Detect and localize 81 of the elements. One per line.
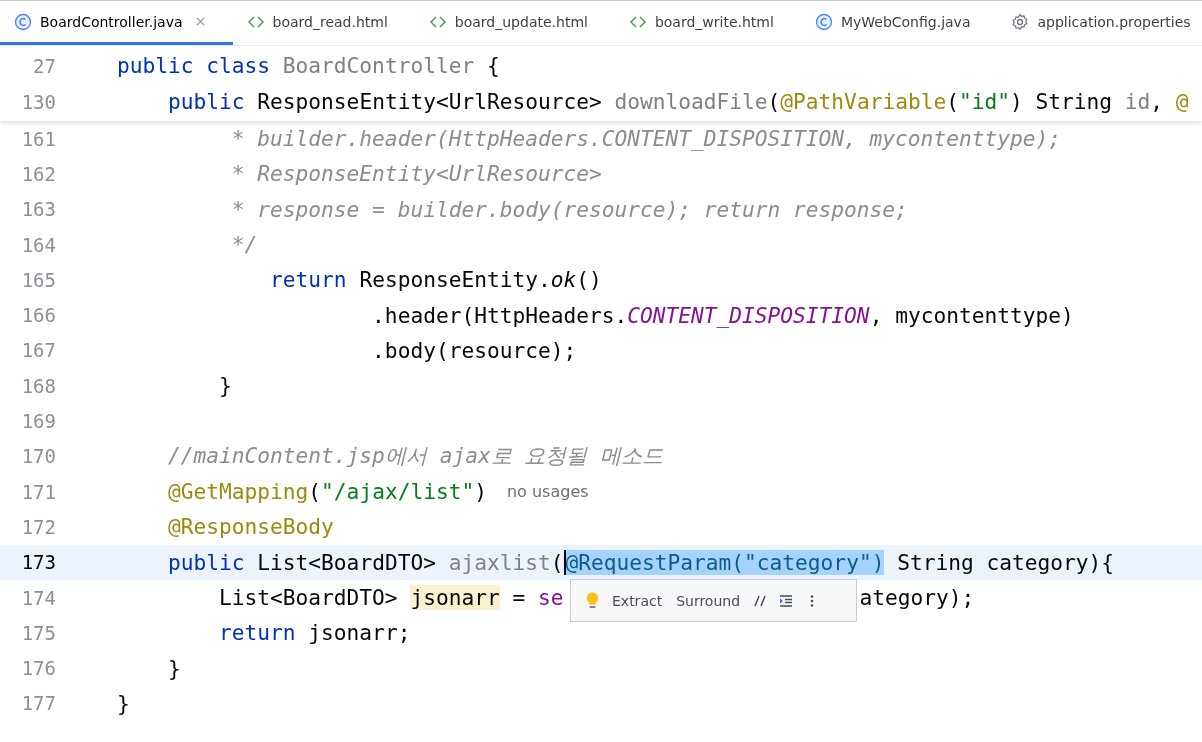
line-number: 171 xyxy=(20,480,56,503)
code-comment: * builder.header(HttpHeaders.CONTENT_DISPOSITION, mycontenttype); xyxy=(230,126,1061,152)
class-icon xyxy=(814,12,833,31)
line-number: 162 xyxy=(20,162,56,185)
code-text: ( xyxy=(767,89,781,114)
line-number: 174 xyxy=(20,586,56,609)
keyword-text: public class xyxy=(117,53,272,78)
unused-name-text: ajaxlist xyxy=(448,549,551,575)
string-literal: "id" xyxy=(958,89,1010,114)
line-number: 130 xyxy=(20,90,56,113)
line-number: 27 xyxy=(32,54,56,77)
unused-name-text: BoardController xyxy=(282,53,475,78)
code-text: ategory); xyxy=(859,585,975,610)
line-number: 170 xyxy=(20,445,56,468)
line-number: 177 xyxy=(20,692,56,715)
code-text: List<BoardDTO> xyxy=(218,585,399,610)
code-text: List<BoardDTO> xyxy=(257,549,437,575)
annotation-text: @ResponseBody xyxy=(167,514,334,540)
lightbulb-icon[interactable] xyxy=(585,590,600,611)
code-text: = xyxy=(511,585,527,610)
intention-action[interactable]: Surround xyxy=(674,592,743,609)
line-number: 161 xyxy=(20,127,56,150)
editor-tab[interactable]: application.properties xyxy=(997,1,1202,45)
line-number: 165 xyxy=(20,268,56,291)
constant-text: CONTENT_DISPOSITION xyxy=(627,302,870,328)
annotation-text: @GetMapping xyxy=(167,479,309,505)
keyword-text: return xyxy=(269,267,348,293)
keyword-text: return xyxy=(218,620,297,646)
code-text: ) xyxy=(474,479,487,505)
annotation-text: @ xyxy=(1175,89,1189,114)
field-text: se xyxy=(537,585,564,610)
editor-tab[interactable]: board_update.html xyxy=(414,1,615,45)
code-text: String category){ xyxy=(896,549,1114,575)
editor-tab[interactable]: MyWebConfig.java xyxy=(800,1,998,45)
unused-name-text: id xyxy=(1124,89,1151,114)
string-literal: "/ajax/list" xyxy=(321,479,475,505)
code-text: } xyxy=(167,655,181,681)
code-text: ResponseEntity<UrlResource> xyxy=(257,89,603,114)
line-number: 164 xyxy=(20,233,56,256)
line-number: 173 xyxy=(20,551,56,574)
code-text: ) String xyxy=(1009,89,1114,114)
code-text: ( xyxy=(308,479,322,505)
highlighted-variable: jsonarr xyxy=(410,585,500,610)
code-comment: * response = builder.body(resource); return response; xyxy=(230,196,908,222)
code-text: ( xyxy=(946,89,959,114)
code-text: ResponseEntity. xyxy=(359,267,551,293)
line-number: 167 xyxy=(20,339,56,362)
editor-tab[interactable]: board_write.html xyxy=(614,1,801,45)
settings-icon xyxy=(1011,12,1030,31)
editor-tab[interactable]: board_read.html xyxy=(232,1,415,45)
intention-action[interactable]: Extract xyxy=(610,592,665,609)
method-call-text: ok xyxy=(550,267,577,293)
code-text: { xyxy=(485,53,500,78)
class-icon xyxy=(14,12,32,31)
selected-text: @RequestParam("category") xyxy=(563,549,885,575)
line-number: 176 xyxy=(20,657,56,680)
code-text: ( xyxy=(550,549,564,575)
unused-name-text: downloadFile xyxy=(614,89,768,114)
close-icon[interactable] xyxy=(194,16,206,27)
code-text: , xyxy=(1150,89,1165,114)
code-text: .body(resource); xyxy=(371,337,577,363)
code-text: jsonarr; xyxy=(308,620,411,646)
code-comment: */ xyxy=(230,232,258,258)
indent-icon[interactable] xyxy=(778,592,795,609)
keyword-text: public xyxy=(167,549,246,575)
code-text: } xyxy=(117,690,130,716)
line-number: 168 xyxy=(20,374,56,397)
line-number: 166 xyxy=(20,304,56,327)
keyword-text: public xyxy=(167,89,246,114)
code-comment: * ResponseEntity<UrlResource> xyxy=(230,161,602,187)
code-text: } xyxy=(218,373,232,399)
code-text: , mycontenttype) xyxy=(869,302,1074,328)
code-comment: //mainContent.jsp에서 ajax로 요청될 메소드 xyxy=(167,442,664,471)
code-text: () xyxy=(576,267,602,293)
code-text: .header(HttpHeaders. xyxy=(371,302,628,328)
line-number: 169 xyxy=(20,410,56,432)
line-number: 163 xyxy=(20,198,56,221)
annotation-text: @PathVariable xyxy=(780,89,947,114)
usage-hint: no usages xyxy=(506,482,589,502)
line-number: 175 xyxy=(20,621,56,644)
line-number: 172 xyxy=(20,515,56,538)
